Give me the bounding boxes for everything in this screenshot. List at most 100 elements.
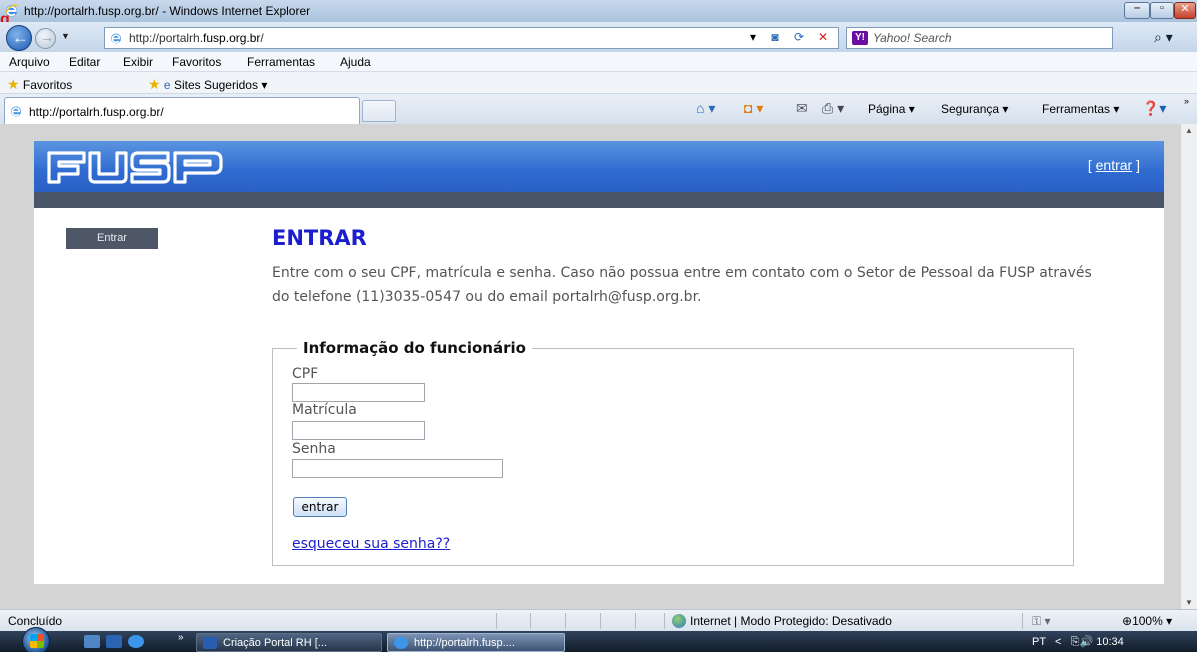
page-menu-label: Página (868, 102, 906, 116)
page-menu[interactable]: Página ▾ (868, 102, 915, 116)
bracket-close: ] (1132, 157, 1140, 173)
maximize-button[interactable]: ▫ (1150, 2, 1174, 19)
header-stripe (34, 192, 1164, 208)
intro-text: Entre com o seu CPF, matrícula e senha. … (272, 265, 1092, 305)
menu-bar: Arquivo Editar Exibir Favoritos Ferramen… (0, 52, 1197, 72)
submit-entrar-button[interactable]: entrar (293, 497, 347, 517)
zoom-control[interactable]: ⊕100% ▾ (1122, 614, 1172, 628)
read-mail-icon[interactable]: ✉ (796, 100, 808, 117)
taskbar-internet-explorer[interactable]: http://portalrh.fusp.... (387, 633, 565, 652)
window-title-bar: http://portalrh.fusp.org.br/ - Windows I… (0, 0, 1197, 28)
suggested-sites-label: Sites Sugeridos (173, 78, 258, 92)
cpf-input[interactable] (292, 383, 425, 402)
back-button[interactable]: ← (6, 25, 32, 51)
page-title: ENTRAR (272, 226, 367, 250)
ie-small-icon: e (163, 78, 171, 92)
form-legend: Informação do funcionário (297, 339, 532, 357)
address-field[interactable]: http://portalrh.fusp.org.br/ ▾ ◙ ⟳ ✕ (104, 27, 839, 49)
menu-favoritos[interactable]: Favoritos (172, 55, 221, 69)
tray-expand-icon[interactable]: < (1055, 636, 1061, 648)
system-tray: PT < ⎘🔊 10:34 (1032, 635, 1124, 649)
tab-ie-icon (11, 106, 21, 117)
ie-task-icon (394, 637, 408, 649)
volume-icon[interactable]: 🔊 (1079, 636, 1093, 648)
forward-button[interactable]: → (35, 28, 56, 49)
menu-editar[interactable]: Editar (69, 55, 100, 69)
internet-explorer-quicklaunch-icon[interactable] (128, 635, 144, 648)
switch-windows-icon[interactable] (106, 635, 122, 648)
scroll-down-icon[interactable]: ▼ (1181, 598, 1197, 607)
header-login-link[interactable]: [ entrar ] (1088, 157, 1140, 173)
tab-portalrh[interactable]: http://portalrh.fusp.org.br/ (4, 97, 360, 124)
close-window-button[interactable]: ✕ (1174, 2, 1196, 19)
status-text: Concluído (8, 614, 63, 628)
security-menu[interactable]: Segurança ▾ (941, 102, 1008, 116)
cpf-label: CPF (292, 366, 319, 382)
forgot-password-link[interactable]: esqueceu sua senha?? (292, 536, 450, 552)
zoom-level: 100% (1132, 614, 1163, 628)
security-menu-label: Segurança (941, 102, 1000, 116)
address-url[interactable]: http://portalrh.fusp.org.br/ (129, 31, 264, 45)
address-dropdown-button[interactable]: ▾ (743, 30, 763, 47)
suggested-sites-button[interactable]: ★ e Sites Sugeridos ▾ (148, 76, 267, 93)
matricula-input[interactable] (292, 421, 425, 440)
search-icon[interactable]: ⌕ ▾ (1154, 29, 1173, 46)
tab-label: http://portalrh.fusp.org.br/ (29, 105, 164, 119)
home-icon[interactable]: ⌂ ▾ (696, 100, 715, 117)
start-button[interactable] (22, 627, 50, 652)
url-prefix: http://portalrh. (129, 31, 204, 45)
status-divider (600, 613, 601, 629)
search-placeholder[interactable]: Yahoo! Search (873, 31, 952, 45)
help-icon[interactable]: ❓▾ (1142, 100, 1166, 117)
stop-icon[interactable]: ✕ (813, 30, 833, 47)
scroll-up-icon[interactable]: ▲ (1181, 126, 1197, 135)
windows-taskbar: » Criação Portal RH [... http://portalrh… (0, 627, 1197, 652)
print-icon[interactable]: ⎙ ▾ (822, 100, 844, 117)
new-tab-button[interactable] (362, 100, 396, 122)
globe-icon (672, 614, 686, 628)
protected-mode-icon[interactable]: ⚿ ▾ (1032, 614, 1051, 629)
status-divider (664, 613, 665, 629)
recent-pages-dropdown[interactable]: ▼ (61, 31, 70, 41)
fusp-logo (47, 151, 223, 184)
bracket-open: [ (1087, 157, 1096, 173)
feeds-icon[interactable]: ◘ ▾ (744, 100, 763, 117)
security-zone-label: Internet | Modo Protegido: Desativado (690, 614, 892, 628)
clock[interactable]: 10:34 (1096, 636, 1124, 648)
back-arrow-icon: ← (12, 28, 29, 47)
language-indicator[interactable]: PT (1032, 636, 1046, 648)
status-divider (496, 613, 497, 629)
status-divider (565, 613, 566, 629)
vertical-scrollbar[interactable]: ▲ ▼ (1180, 124, 1197, 609)
search-field[interactable]: Y! Yahoo! Search (846, 27, 1113, 49)
refresh-icon[interactable]: ⟳ (789, 30, 809, 47)
quicklaunch-more-icon[interactable]: » (178, 632, 184, 643)
security-zone[interactable]: Internet | Modo Protegido: Desativado (672, 614, 892, 628)
sidebar-entrar-button[interactable]: Entrar (66, 228, 158, 249)
window-title: http://portalrh.fusp.org.br/ - Windows I… (24, 4, 311, 18)
restore-icon: ▫ (1160, 2, 1164, 14)
favorites-button[interactable]: ★ Favoritos (7, 76, 72, 93)
url-domain: fusp.org.br (203, 31, 261, 45)
header-entrar-link[interactable]: entrar (1096, 157, 1133, 173)
senha-input[interactable] (292, 459, 503, 478)
matricula-label: Matrícula (292, 402, 357, 418)
tools-menu[interactable]: Ferramentas ▾ (1042, 102, 1119, 116)
yahoo-icon: Y! (852, 31, 868, 45)
tools-menu-label: Ferramentas (1042, 102, 1111, 116)
taskbar-word-document[interactable]: Criação Portal RH [... (196, 633, 382, 652)
senha-label: Senha (292, 441, 336, 457)
site-header: [ entrar ] (34, 141, 1164, 192)
navigation-bar: ← → ▼ http://portalrh.fusp.org.br/ ▾ ◙ ⟳… (0, 22, 1197, 52)
status-bar: Concluído Internet | Modo Protegido: Des… (0, 609, 1197, 631)
menu-arquivo[interactable]: Arquivo (9, 55, 50, 69)
word-document-icon (203, 637, 217, 649)
minimize-button[interactable]: – (1124, 2, 1150, 19)
compatibility-icon[interactable]: ◙ (765, 30, 785, 47)
url-suffix: / (260, 31, 264, 45)
menu-ferramentas[interactable]: Ferramentas (247, 55, 315, 69)
show-desktop-icon[interactable] (84, 635, 100, 648)
menu-ajuda[interactable]: Ajuda (340, 55, 371, 69)
more-commands-icon[interactable]: » (1184, 96, 1189, 106)
menu-exibir[interactable]: Exibir (123, 55, 153, 69)
